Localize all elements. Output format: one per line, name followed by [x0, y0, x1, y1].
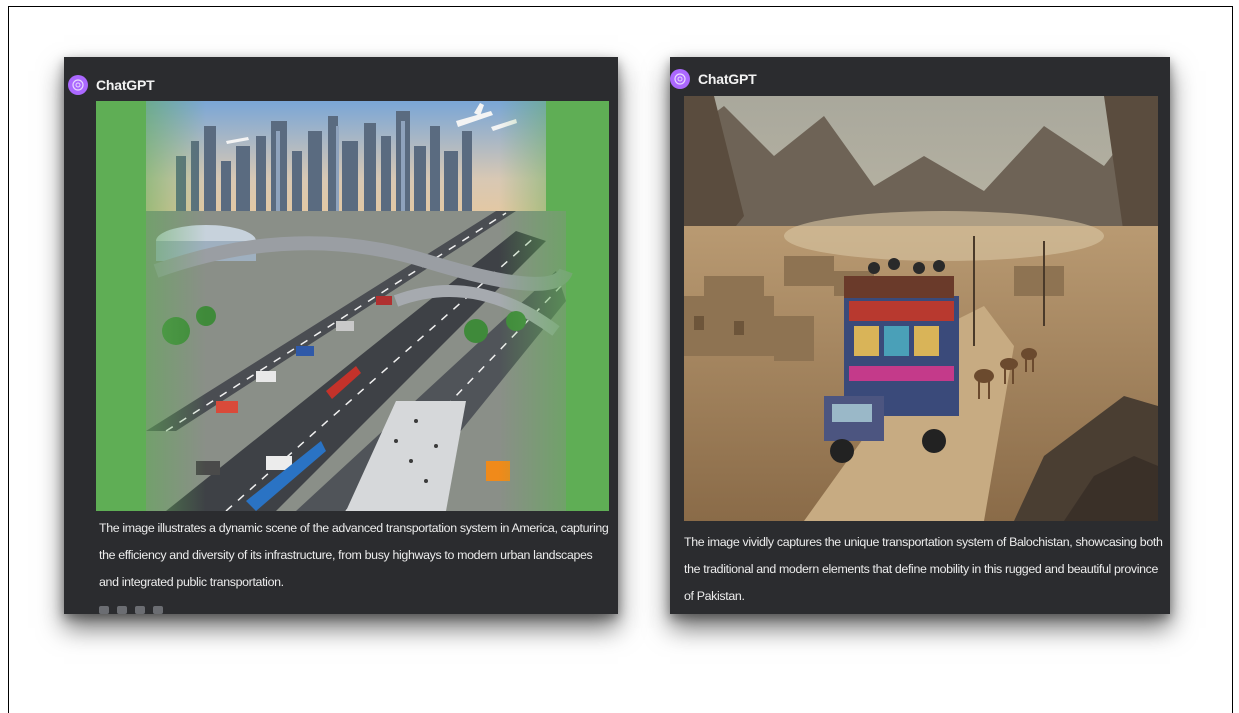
chat-message-card-balochistan: ChatGPT The image vividly captures the u…	[670, 57, 1170, 614]
message-header: ChatGPT	[670, 69, 757, 89]
thumbs-down-icon[interactable]	[135, 606, 145, 614]
thumbs-up-icon[interactable]	[117, 606, 127, 614]
america-transport-illustration	[96, 101, 609, 511]
regenerate-icon[interactable]	[153, 606, 163, 614]
copy-icon[interactable]	[99, 606, 109, 614]
author-name: ChatGPT	[698, 71, 757, 87]
chat-message-card-america: ChatGPT The image illustrates a dynamic …	[64, 57, 618, 614]
generated-image-balochistan-transport[interactable]	[684, 96, 1158, 521]
message-header: ChatGPT	[68, 75, 155, 95]
chatgpt-logo-icon	[670, 69, 690, 89]
image-caption: The image illustrates a dynamic scene of…	[99, 521, 609, 589]
author-name: ChatGPT	[96, 77, 155, 93]
message-actions	[99, 606, 163, 614]
image-caption: The image vividly captures the unique tr…	[684, 535, 1163, 603]
balochistan-transport-illustration	[684, 96, 1158, 521]
chatgpt-logo-icon	[68, 75, 88, 95]
generated-image-america-transport[interactable]	[96, 101, 609, 511]
